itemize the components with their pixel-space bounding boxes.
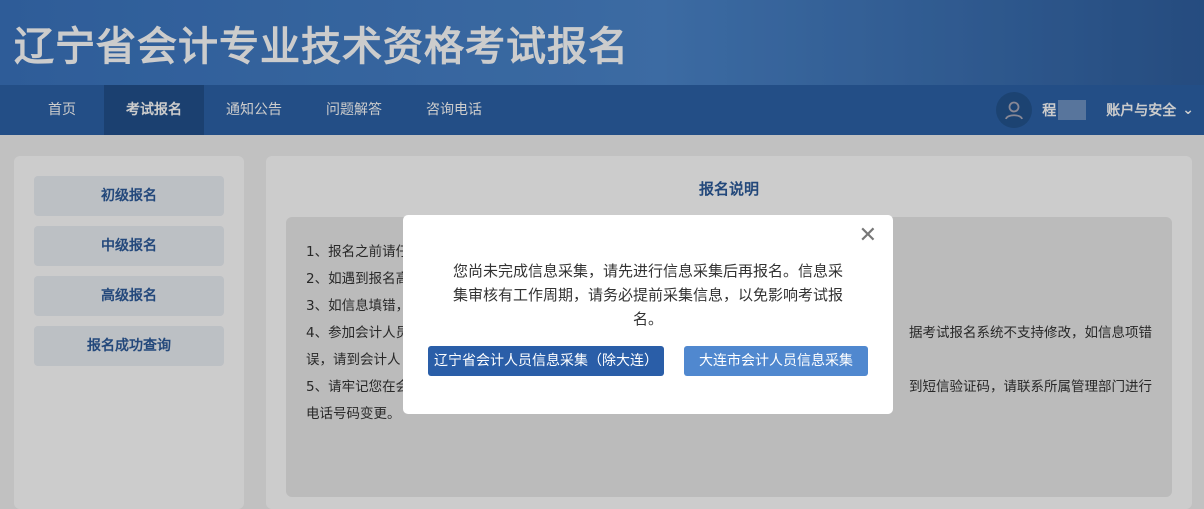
dalian-collection-button[interactable]: 大连市会计人员信息采集	[684, 346, 868, 376]
dialog-message: 您尚未完成信息采集，请先进行信息采集后再报名。信息采集审核有工作周期，请务必提前…	[452, 262, 843, 328]
info-collection-dialog: ✕ 您尚未完成信息采集，请先进行信息采集后再报名。信息采集审核有工作周期，请务必…	[403, 215, 893, 414]
close-icon[interactable]: ✕	[859, 223, 877, 248]
liaoning-collection-button[interactable]: 辽宁省会计人员信息采集（除大连）	[428, 346, 664, 376]
